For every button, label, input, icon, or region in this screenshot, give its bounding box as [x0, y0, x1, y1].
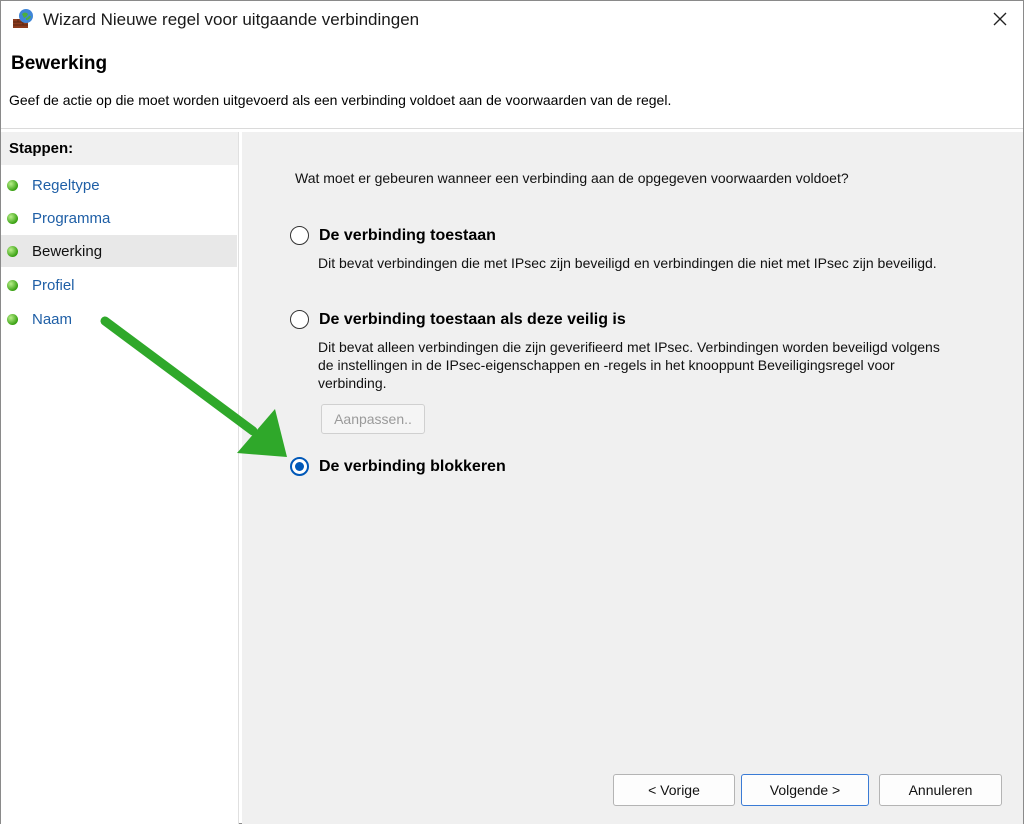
radio-allow-secure[interactable] — [290, 310, 309, 329]
steps-title: Stappen: — [1, 132, 238, 165]
radio-block[interactable] — [290, 457, 309, 476]
next-button[interactable]: Volgende > — [741, 774, 869, 806]
action-question: Wat moet er gebeuren wanneer een verbind… — [295, 170, 849, 186]
sidebar-item-label: Profiel — [32, 276, 75, 294]
close-icon — [993, 12, 1007, 26]
step-status-icon — [7, 245, 18, 257]
sidebar-item-label: Naam — [32, 310, 73, 328]
option-label: De verbinding toestaan — [319, 226, 496, 244]
step-status-icon — [7, 313, 18, 325]
option-label: De verbinding blokkeren — [319, 457, 506, 475]
sidebar-item-profiel[interactable]: Profiel — [1, 269, 237, 301]
step-status-icon — [7, 279, 18, 291]
window-title: Wizard Nieuwe regel voor uitgaande verbi… — [43, 10, 420, 29]
cancel-button[interactable]: Annuleren — [879, 774, 1002, 806]
sidebar-item-naam[interactable]: Naam — [1, 303, 237, 335]
wizard-window: Wizard Nieuwe regel voor uitgaande verbi… — [0, 0, 1024, 824]
title-bar: Wizard Nieuwe regel voor uitgaande verbi… — [1, 1, 1023, 39]
firewall-icon — [12, 8, 34, 30]
back-button[interactable]: < Vorige — [613, 774, 735, 806]
option-allow-connection[interactable]: De verbinding toestaan — [290, 226, 496, 245]
option-label: De verbinding toestaan als deze veilig i… — [319, 310, 626, 328]
option-description: Dit bevat verbindingen die met IPsec zij… — [318, 255, 937, 271]
close-button[interactable] — [977, 1, 1023, 37]
step-status-icon — [7, 212, 18, 224]
page-title: Bewerking — [11, 53, 108, 74]
steps-sidebar: Stappen: Regeltype Programma Bewerking P… — [1, 132, 239, 824]
option-allow-if-secure[interactable]: De verbinding toestaan als deze veilig i… — [290, 310, 626, 329]
sidebar-item-label: Regeltype — [32, 176, 100, 194]
customize-button[interactable]: Aanpassen.. — [321, 404, 425, 434]
sidebar-item-bewerking[interactable]: Bewerking — [1, 235, 237, 267]
sidebar-item-regeltype[interactable]: Regeltype — [1, 169, 237, 201]
radio-allow[interactable] — [290, 226, 309, 245]
wizard-header: Bewerking Geef de actie op die moet word… — [1, 39, 1023, 129]
step-status-icon — [7, 179, 18, 191]
sidebar-item-label: Bewerking — [32, 242, 103, 260]
main-panel: Wat moet er gebeuren wanneer een verbind… — [242, 132, 1023, 824]
page-description: Geef de actie op die moet worden uitgevo… — [9, 92, 672, 108]
option-block-connection[interactable]: De verbinding blokkeren — [290, 457, 506, 476]
option-description: Dit bevat alleen verbindingen die zijn g… — [318, 339, 940, 391]
sidebar-item-label: Programma — [32, 209, 111, 227]
sidebar-item-programma[interactable]: Programma — [1, 202, 237, 234]
